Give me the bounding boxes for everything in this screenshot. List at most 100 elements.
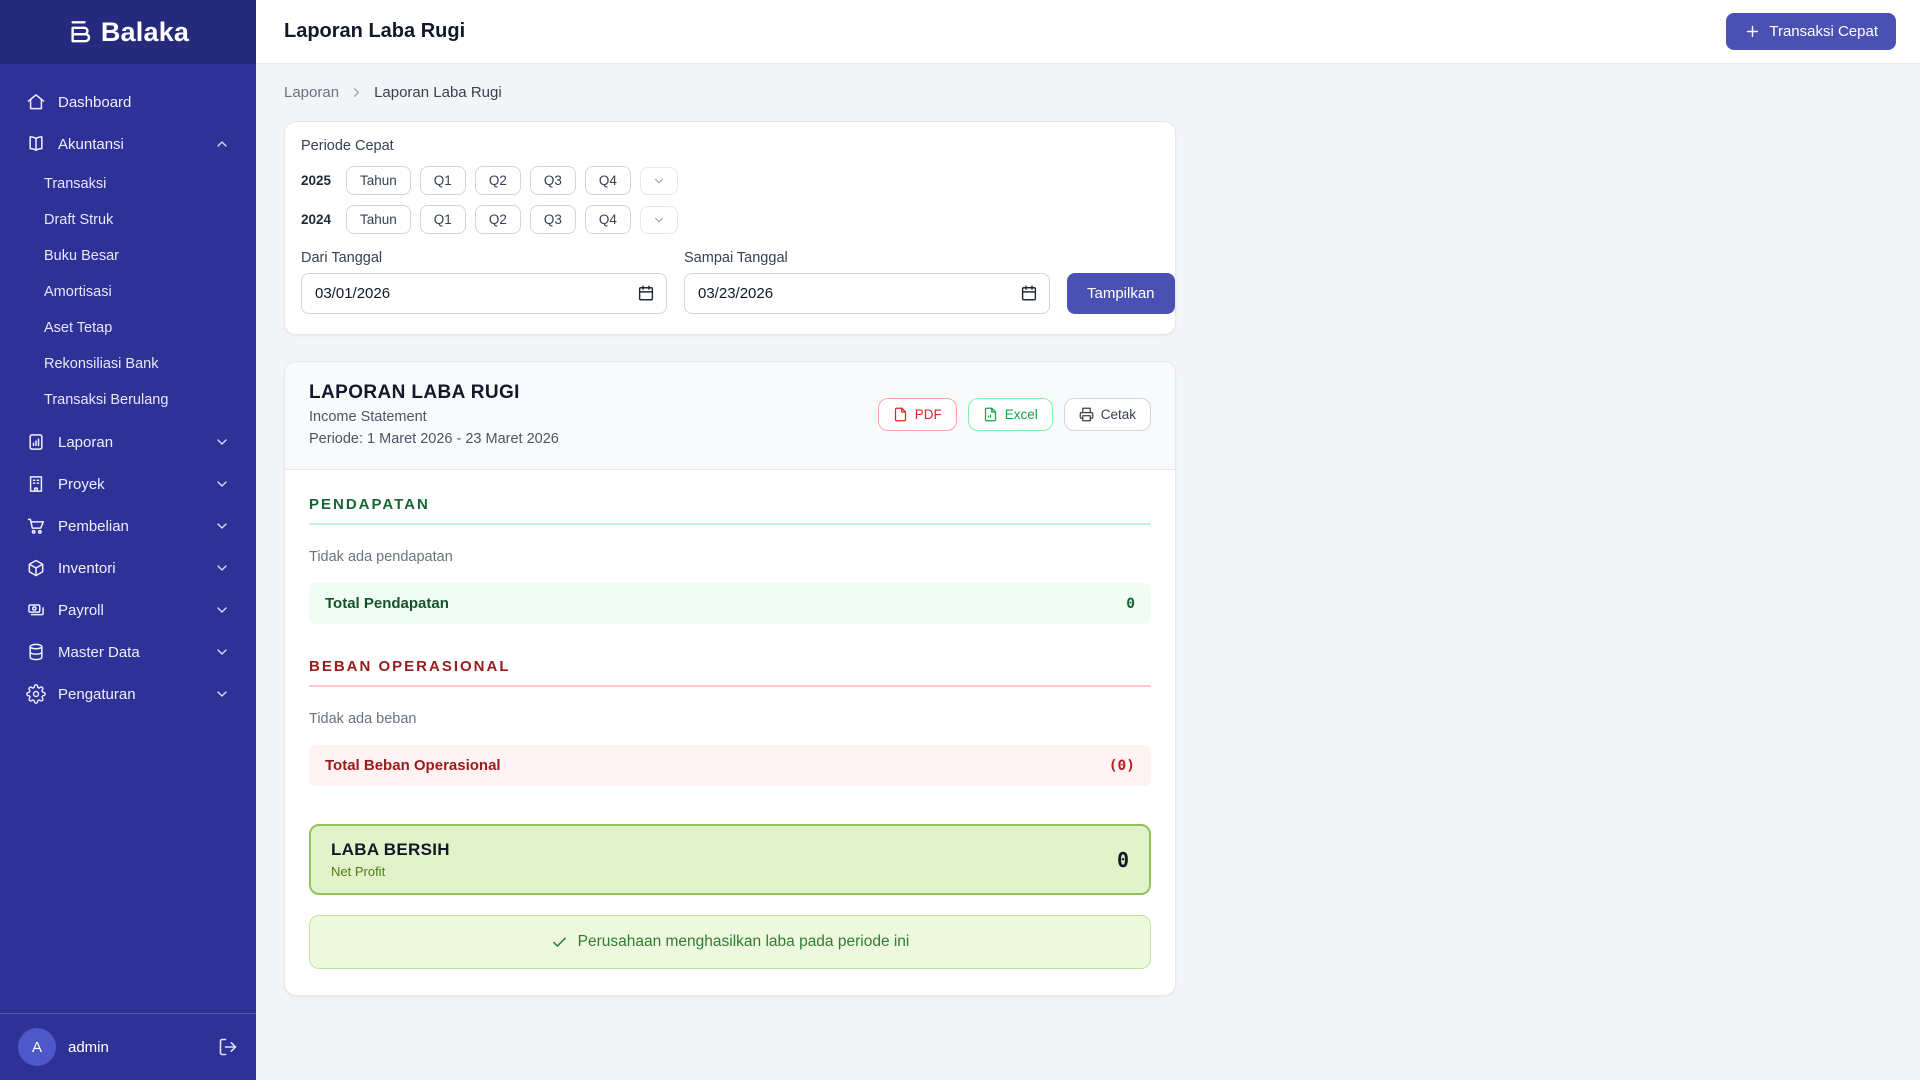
- chevron-down-icon: [214, 434, 230, 450]
- printer-icon: [1079, 407, 1094, 422]
- period-button-q1[interactable]: Q1: [419, 166, 466, 195]
- net-profit-value: 0: [1116, 847, 1129, 872]
- year-label: 2025: [301, 173, 332, 188]
- chevron-down-icon: [214, 644, 230, 660]
- chevron-right-icon: [349, 85, 364, 100]
- expense-section-heading: BEBAN OPERASIONAL: [309, 658, 1151, 687]
- show-button[interactable]: Tampilkan: [1067, 273, 1175, 314]
- period-more-button[interactable]: [639, 166, 678, 195]
- sidebar-item-label: Inventori: [58, 559, 116, 577]
- sidebar-item-payroll[interactable]: Payroll: [12, 590, 244, 630]
- period-button-q2[interactable]: Q2: [474, 205, 521, 234]
- sidebar-nav: Dashboard Akuntansi Transaksi Draft Stru…: [0, 64, 256, 1013]
- sidebar-item-laporan[interactable]: Laporan: [12, 422, 244, 462]
- sidebar-subitem-transaksi[interactable]: Transaksi: [12, 166, 244, 202]
- print-label: Cetak: [1100, 407, 1136, 422]
- home-icon: [26, 92, 46, 112]
- breadcrumb-parent[interactable]: Laporan: [284, 84, 339, 101]
- shopping-cart-icon: [26, 516, 46, 536]
- print-button[interactable]: Cetak: [1063, 398, 1151, 431]
- breadcrumb-current: Laporan Laba Rugi: [374, 84, 502, 101]
- report-header: LAPORAN LABA RUGI Income Statement Perio…: [285, 362, 1175, 470]
- period-button-q3[interactable]: Q3: [529, 205, 576, 234]
- export-excel-label: Excel: [1004, 407, 1038, 422]
- income-statement-card: LAPORAN LABA RUGI Income Statement Perio…: [284, 361, 1176, 996]
- period-button-q3[interactable]: Q3: [529, 166, 576, 195]
- breadcrumb: Laporan Laporan Laba Rugi: [284, 84, 1892, 101]
- quick-transaction-button[interactable]: Transaksi Cepat: [1726, 13, 1896, 50]
- avatar[interactable]: A: [18, 1028, 56, 1066]
- period-button-q2[interactable]: Q2: [474, 166, 521, 195]
- period-button-tahun[interactable]: Tahun: [346, 205, 411, 234]
- sidebar-item-dashboard[interactable]: Dashboard: [12, 82, 244, 122]
- from-date-input[interactable]: [301, 273, 667, 314]
- sidebar-subitem-buku-besar[interactable]: Buku Besar: [12, 238, 244, 274]
- brand-icon: [67, 17, 97, 47]
- sidebar-item-label: Payroll: [58, 601, 104, 619]
- chevron-down-icon: [214, 560, 230, 576]
- income-total-value: 0: [1126, 595, 1135, 612]
- sidebar-subitem-amortisasi[interactable]: Amortisasi: [12, 274, 244, 310]
- app-logo[interactable]: Balaka: [0, 0, 256, 64]
- main-area: Laporan Laba Rugi Transaksi Cepat Lapora…: [256, 0, 1920, 1080]
- year-row-2024: 2024 Tahun Q1 Q2 Q3 Q4: [301, 205, 1159, 234]
- expense-empty-text: Tidak ada beban: [309, 711, 417, 727]
- income-empty-text: Tidak ada pendapatan: [309, 549, 453, 565]
- to-date-input[interactable]: [684, 273, 1050, 314]
- akuntansi-submenu: Transaksi Draft Struk Buku Besar Amortis…: [12, 166, 244, 418]
- sidebar-item-akuntansi[interactable]: Akuntansi: [12, 124, 244, 164]
- income-section-heading: PENDAPATAN: [309, 496, 1151, 525]
- page-title: Laporan Laba Rugi: [284, 20, 466, 42]
- chevron-down-icon: [214, 602, 230, 618]
- check-icon: [551, 934, 568, 951]
- cube-icon: [26, 558, 46, 578]
- building-icon: [26, 474, 46, 494]
- sidebar-item-proyek[interactable]: Proyek: [12, 464, 244, 504]
- report-chart-icon: [26, 432, 46, 452]
- gear-icon: [26, 684, 46, 704]
- sidebar-item-label: Dashboard: [58, 93, 132, 111]
- report-body: PENDAPATAN Tidak ada pendapatan Total Pe…: [285, 470, 1175, 995]
- chevron-up-icon: [214, 136, 230, 152]
- net-profit-box: LABA BERSIH Net Profit 0: [309, 824, 1151, 895]
- profit-message: Perusahaan menghasilkan laba pada period…: [309, 915, 1151, 969]
- filter-title: Periode Cepat: [301, 138, 394, 154]
- sidebar-subitem-draft-struk[interactable]: Draft Struk: [12, 202, 244, 238]
- to-date-field: Sampai Tanggal: [684, 250, 1050, 314]
- income-total-row: Total Pendapatan 0: [309, 583, 1151, 624]
- net-profit-title: LABA BERSIH: [331, 840, 450, 859]
- period-button-q4[interactable]: Q4: [584, 166, 631, 195]
- period-button-tahun[interactable]: Tahun: [346, 166, 411, 195]
- sidebar-item-label: Pembelian: [58, 517, 129, 535]
- period-more-button[interactable]: [639, 205, 678, 234]
- database-icon: [26, 642, 46, 662]
- export-excel-button[interactable]: Excel: [967, 398, 1053, 431]
- app-name: Balaka: [100, 16, 190, 47]
- year-row-2025: 2025 Tahun Q1 Q2 Q3 Q4: [301, 166, 1159, 195]
- net-profit-subtitle: Net Profit: [331, 864, 386, 879]
- from-date-field: Dari Tanggal: [301, 250, 667, 314]
- topbar: Laporan Laba Rugi Transaksi Cepat: [256, 0, 1920, 64]
- sidebar-item-master-data[interactable]: Master Data: [12, 632, 244, 672]
- sidebar: Balaka Dashboard Akuntansi Transaksi Dra…: [0, 0, 256, 1080]
- from-date-label: Dari Tanggal: [301, 250, 383, 266]
- sidebar-item-inventori[interactable]: Inventori: [12, 548, 244, 588]
- sidebar-subitem-aset-tetap[interactable]: Aset Tetap: [12, 310, 244, 346]
- sidebar-item-pembelian[interactable]: Pembelian: [12, 506, 244, 546]
- report-subtitle: Income Statement: [309, 409, 427, 425]
- period-button-q4[interactable]: Q4: [584, 205, 631, 234]
- user-footer: A admin: [0, 1013, 256, 1080]
- to-date-label: Sampai Tanggal: [684, 250, 788, 266]
- banknotes-icon: [26, 600, 46, 620]
- sidebar-subitem-transaksi-berulang[interactable]: Transaksi Berulang: [12, 382, 244, 418]
- logout-icon[interactable]: [218, 1037, 238, 1057]
- period-button-q1[interactable]: Q1: [419, 205, 466, 234]
- period-filter-card: Periode Cepat 2025 Tahun Q1 Q2 Q3 Q4 202…: [284, 121, 1176, 335]
- excel-file-icon: [983, 407, 998, 422]
- sidebar-subitem-rekonsiliasi-bank[interactable]: Rekonsiliasi Bank: [12, 346, 244, 382]
- export-pdf-button[interactable]: PDF: [877, 398, 957, 431]
- sidebar-item-pengaturan[interactable]: Pengaturan: [12, 674, 244, 714]
- quick-transaction-label: Transaksi Cepat: [1769, 23, 1878, 40]
- sidebar-item-label: Laporan: [58, 433, 114, 451]
- expense-total-row: Total Beban Operasional (0): [309, 745, 1151, 786]
